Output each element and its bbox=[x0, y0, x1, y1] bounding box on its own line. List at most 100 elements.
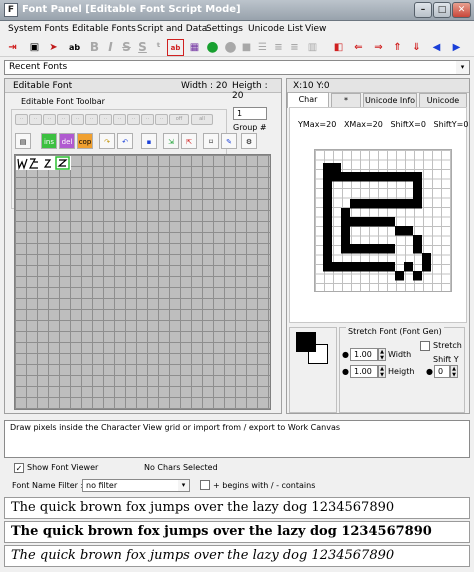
minimize-button[interactable]: – bbox=[414, 2, 432, 18]
menu-system-fonts[interactable]: System Fonts bbox=[8, 22, 69, 36]
chevron-down-icon[interactable]: ▾ bbox=[456, 61, 469, 74]
selection-status: No Chars Selected bbox=[144, 463, 218, 472]
arrow-left-icon[interactable]: ⇐ bbox=[350, 39, 367, 56]
slot-button-7[interactable]: ·· bbox=[99, 114, 112, 125]
filter-hint: + begins with / - contains bbox=[213, 481, 316, 490]
stretch-panel-label: Stretch Font (Font Gen) bbox=[346, 327, 444, 336]
shift-y-field[interactable]: 0 bbox=[434, 365, 450, 378]
align-center-icon[interactable]: ≡ bbox=[286, 39, 303, 56]
slot-button-10[interactable]: ·· bbox=[141, 114, 154, 125]
maximize-button[interactable]: □ bbox=[433, 2, 451, 18]
menu-bar: System Fonts Editable Fonts Script and D… bbox=[0, 21, 474, 37]
ab-box-icon[interactable]: ab bbox=[167, 39, 184, 56]
list-icon[interactable]: ☰ bbox=[254, 39, 271, 56]
record-icon[interactable]: ● bbox=[222, 39, 239, 56]
import-icon[interactable]: ⇲ bbox=[163, 133, 179, 149]
last-char-icon[interactable]: ▶ bbox=[448, 39, 465, 56]
menu-script-and-data[interactable]: Script and Data bbox=[137, 22, 207, 36]
status-message-box: Draw pixels inside the Character View gr… bbox=[4, 420, 470, 458]
slot-button-5[interactable]: ·· bbox=[71, 114, 84, 125]
shift-y-label: Shift Y bbox=[433, 355, 459, 364]
font-height: Heigth : 20 bbox=[232, 81, 268, 101]
slot-button-11[interactable]: ·· bbox=[155, 114, 168, 125]
play-icon[interactable]: ● bbox=[204, 39, 221, 56]
shift-y-spinner[interactable]: ▲ ▼ bbox=[450, 365, 458, 378]
filter-combo[interactable]: no filter ▾ bbox=[82, 479, 190, 492]
ab-small-icon[interactable]: ab bbox=[66, 39, 83, 56]
char-pixels bbox=[323, 163, 431, 281]
recent-fonts-combo[interactable]: Recent Fonts ▾ bbox=[4, 60, 470, 75]
arrow-right-icon[interactable]: ⇒ bbox=[370, 39, 387, 56]
slot-button-2[interactable]: ·· bbox=[29, 114, 42, 125]
slot-button-3[interactable]: ·· bbox=[43, 114, 56, 125]
stretch-label: Stretch bbox=[433, 341, 462, 350]
slot-button-9[interactable]: ·· bbox=[127, 114, 140, 125]
slot-button-all[interactable]: all bbox=[191, 114, 213, 125]
save-icon[interactable]: ▪ bbox=[141, 133, 157, 149]
menu-editable-fonts[interactable]: Editable Fonts bbox=[72, 22, 136, 36]
group-select[interactable]: 1 bbox=[233, 107, 267, 120]
slot-button-6[interactable]: ·· bbox=[85, 114, 98, 125]
save-font-icon[interactable]: ▣ bbox=[26, 39, 43, 56]
shift-left-icon[interactable]: ◧ bbox=[330, 39, 347, 56]
export-icon[interactable]: ⇱ bbox=[181, 133, 197, 149]
font-sample-regular[interactable]: The quick brown fox jumps over the lazy … bbox=[4, 497, 470, 519]
format-icon[interactable]: ᵗ bbox=[150, 39, 167, 56]
tab-unicode-list[interactable]: Unicode List bbox=[419, 93, 467, 118]
font-sample-italic[interactable]: The quick brown fox jumps over the lazy … bbox=[4, 545, 470, 567]
height-bullet: ● bbox=[342, 367, 349, 376]
slot-button-4[interactable]: ·· bbox=[57, 114, 70, 125]
height-value: 1.00 bbox=[354, 367, 372, 376]
filter-mode-checkbox[interactable] bbox=[200, 480, 210, 490]
slot-button-8[interactable]: ·· bbox=[113, 114, 126, 125]
stretch-checkbox[interactable] bbox=[420, 341, 430, 351]
undo-icon[interactable]: ↶ bbox=[117, 133, 133, 149]
height-field[interactable]: 1.00 bbox=[350, 365, 378, 378]
table-icon[interactable]: ▥ bbox=[304, 39, 321, 56]
height-label: Heigth bbox=[388, 367, 415, 376]
show-font-viewer-checkbox[interactable]: ✓ bbox=[14, 463, 24, 473]
char-view-pane: X:10 Y:0 Char View * Unicode Info Unicod… bbox=[286, 78, 470, 414]
send-icon[interactable]: ➤ bbox=[45, 39, 62, 56]
italic-icon[interactable]: I bbox=[102, 39, 119, 56]
settings-icon[interactable]: ⚙ bbox=[241, 133, 257, 149]
stop-icon[interactable]: ■ bbox=[238, 39, 255, 56]
close-button[interactable]: ✕ bbox=[452, 2, 471, 18]
underline-icon[interactable]: S bbox=[134, 39, 151, 56]
align-left-icon[interactable]: ≡ bbox=[270, 39, 287, 56]
font-edit-grid[interactable] bbox=[14, 154, 271, 410]
redo-icon[interactable]: ↷ bbox=[99, 133, 115, 149]
show-font-viewer-label: Show Font Viewer bbox=[27, 463, 99, 472]
menu-view[interactable]: View bbox=[305, 22, 326, 36]
tab-star[interactable]: * bbox=[331, 93, 361, 107]
font-sample-bold[interactable]: The quick brown fox jumps over the lazy … bbox=[4, 521, 470, 543]
tag-icon[interactable]: ⌑ bbox=[203, 133, 219, 149]
exit-icon[interactable]: ⇥ bbox=[4, 39, 21, 56]
recent-fonts-label: Recent Fonts bbox=[9, 62, 68, 72]
ins-button[interactable]: ins bbox=[41, 133, 57, 149]
foreground-color-swatch[interactable] bbox=[296, 332, 316, 352]
width-field[interactable]: 1.00 bbox=[350, 348, 378, 361]
menu-settings[interactable]: Settings bbox=[206, 22, 243, 36]
tab-char-view[interactable]: Char View bbox=[287, 92, 329, 117]
height-spinner[interactable]: ▲ ▼ bbox=[378, 365, 386, 378]
arrow-up-icon[interactable]: ⇑ bbox=[389, 39, 406, 56]
width-spinner[interactable]: ▲ ▼ bbox=[378, 348, 386, 361]
first-char-icon[interactable]: ◀ bbox=[428, 39, 445, 56]
slot-button-off[interactable]: off bbox=[169, 114, 189, 125]
del-button[interactable]: del bbox=[59, 133, 75, 149]
bold-icon[interactable]: B bbox=[86, 39, 103, 56]
tab-unicode-info[interactable]: Unicode Info bbox=[363, 93, 417, 107]
font-info-bar: Editable Font Width : 20 Heigth : 20 bbox=[5, 79, 281, 101]
print-icon[interactable]: ▤ bbox=[15, 133, 31, 149]
grid-tool-icon[interactable]: ▦ bbox=[186, 39, 203, 56]
width-label: Width bbox=[388, 350, 412, 359]
menu-unicode-list[interactable]: Unicode List bbox=[248, 22, 303, 36]
cop-button[interactable]: cop bbox=[77, 133, 93, 149]
slot-button-1[interactable]: ·· bbox=[15, 114, 28, 125]
filter-chevron-icon[interactable]: ▾ bbox=[178, 480, 189, 491]
arrow-down-icon[interactable]: ⇓ bbox=[408, 39, 425, 56]
stretch-font-panel: Stretch Font (Font Gen) Stretch ● 1.00 ▲… bbox=[339, 327, 465, 413]
edit-icon[interactable]: ✎ bbox=[221, 133, 237, 149]
strikeout-icon[interactable]: S bbox=[118, 39, 135, 56]
